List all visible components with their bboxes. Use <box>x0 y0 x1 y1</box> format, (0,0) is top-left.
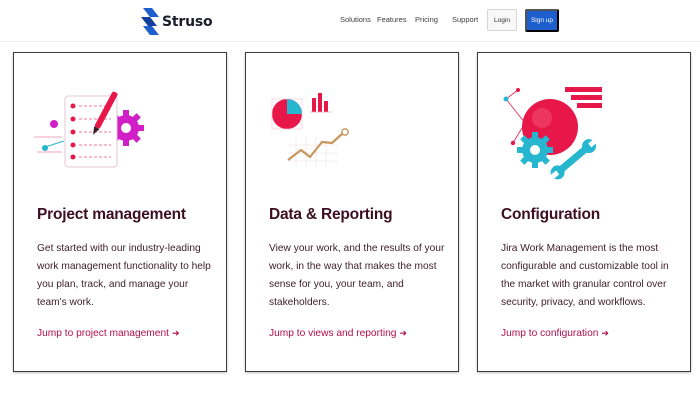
card-title: Configuration <box>501 206 600 223</box>
checklist-gear-icon <box>34 91 144 168</box>
jump-to-configuration-link[interactable]: Jump to configuration ➜ <box>501 328 609 339</box>
arrow-right-icon: ➜ <box>601 328 609 338</box>
card-title: Data & Reporting <box>269 206 393 223</box>
card-description: Get started with our industry-leading wo… <box>37 243 211 308</box>
nav-link-pricing[interactable]: Pricing <box>415 15 438 24</box>
struso-logo-icon <box>141 8 159 35</box>
arrow-right-icon: ➜ <box>399 328 407 338</box>
nav-link-support[interactable]: Support <box>452 15 478 24</box>
card-description: Jira Work Management is the most configu… <box>501 243 669 308</box>
brand-logo[interactable]: Struso <box>141 8 213 35</box>
login-button[interactable]: Login <box>487 9 517 31</box>
card-title: Project management <box>37 206 186 223</box>
jump-to-project-management-link[interactable]: Jump to project management ➜ <box>37 328 180 339</box>
nav-link-solutions[interactable]: Solutions <box>340 15 371 24</box>
arrow-right-icon: ➜ <box>171 328 180 338</box>
card-data-reporting: Data & Reporting View your work, and the… <box>245 52 459 372</box>
link-label: Jump to views and reporting <box>269 328 397 339</box>
link-label: Jump to configuration <box>501 328 599 339</box>
charts-icon <box>271 93 349 167</box>
top-navbar: Struso Solutions Features Pricing Suppor… <box>0 0 700 42</box>
brand-name: Struso <box>162 13 213 30</box>
wrench-gear-icon <box>503 87 602 181</box>
card-configuration: Configuration Jira Work Management is th… <box>477 52 691 372</box>
nav-link-features[interactable]: Features <box>377 15 407 24</box>
link-label: Jump to project management <box>37 328 169 339</box>
card-project-management: Project management Get started with our … <box>13 52 227 372</box>
jump-to-views-and-reporting-link[interactable]: Jump to views and reporting ➜ <box>269 328 407 339</box>
card-description: View your work, and the results of your … <box>269 243 445 308</box>
signup-button[interactable]: Sign up <box>525 9 559 32</box>
